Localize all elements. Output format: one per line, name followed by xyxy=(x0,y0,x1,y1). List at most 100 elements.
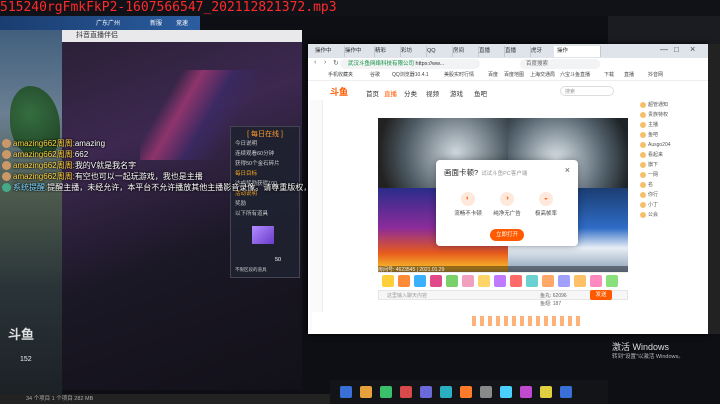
bookmark[interactable]: 六宝斗鱼直播 xyxy=(560,71,590,78)
chat-user: amazing662周周: xyxy=(13,172,75,181)
nav-yuba[interactable]: 鱼吧 xyxy=(474,88,487,98)
open-client-button[interactable]: 立即打开 xyxy=(490,229,524,241)
gift-icon[interactable] xyxy=(510,275,522,287)
cube-note: 不限区段的道具 xyxy=(235,267,267,272)
browser-tab[interactable]: 虎牙 xyxy=(528,46,557,57)
modal-option: ◐ 流畅不卡顿 xyxy=(448,192,488,217)
back-icon[interactable]: ‹ xyxy=(314,59,316,66)
gift-icon[interactable] xyxy=(430,275,442,287)
browser-bottom-strip xyxy=(312,312,704,330)
modal-option: ◑ 纯净无广告 xyxy=(487,192,527,217)
taskbar-app-icon[interactable] xyxy=(480,386,492,398)
list-item[interactable]: 一网 xyxy=(640,170,702,180)
right-edge-window xyxy=(708,44,720,334)
gift-icon[interactable] xyxy=(462,275,474,287)
gift-icon[interactable] xyxy=(606,275,618,287)
taskbar-app-icon[interactable] xyxy=(560,386,572,398)
close-icon[interactable]: × xyxy=(690,44,695,54)
browser-tab[interactable]: 房间 xyxy=(450,46,479,57)
bookmark[interactable]: 下载 xyxy=(604,71,614,78)
bookmark[interactable]: 百度地图 xyxy=(504,71,524,78)
chat-user: amazing662周周: xyxy=(13,150,75,159)
list-item[interactable]: 公会 xyxy=(640,210,702,220)
maximize-icon[interactable]: □ xyxy=(674,45,679,54)
nav-category[interactable]: 分类 xyxy=(404,88,417,98)
browser-tab-active[interactable]: 操作 xyxy=(554,46,601,57)
reload-icon[interactable]: ↻ xyxy=(333,59,339,67)
list-item[interactable]: 鱼吧 xyxy=(640,130,702,140)
taskbar-app-icon[interactable] xyxy=(420,386,432,398)
bookmark[interactable]: 抖音网 xyxy=(648,71,663,78)
bookmark[interactable]: 手机收藏夹 xyxy=(328,71,353,78)
gift-icon[interactable] xyxy=(494,275,506,287)
nav-home[interactable]: 首页 xyxy=(366,88,379,98)
site-search-input[interactable]: 搜索 xyxy=(560,86,614,96)
game-topbar: 广东广州 新服 竞速 xyxy=(0,16,200,30)
browser-tab[interactable]: 彩坊 xyxy=(398,46,427,57)
taskbar-app-icon[interactable] xyxy=(400,386,412,398)
daily-line: 以下所有道具 xyxy=(235,211,269,217)
modal-subtitle: 试试斗鱼PC客户端 xyxy=(481,171,528,177)
bookmark[interactable]: 百度 xyxy=(488,71,498,78)
avatar xyxy=(2,139,11,149)
list-item[interactable]: 贵族特权 xyxy=(640,110,702,120)
gift-icon[interactable] xyxy=(446,275,458,287)
browser-tab[interactable]: QQ xyxy=(424,46,453,57)
taskbar-app-icon[interactable] xyxy=(440,386,452,398)
game-window-titlebar: 抖音直播伴侣 xyxy=(62,30,302,42)
bookmark[interactable]: 直播 xyxy=(624,71,634,78)
modal-option: ◒ 极高帧率 xyxy=(526,192,566,217)
send-button[interactable]: 发送 xyxy=(590,290,612,300)
cube-label: 50 xyxy=(275,257,282,263)
list-item[interactable]: 超管通知 xyxy=(640,100,702,110)
browser-tab[interactable]: 操作中 xyxy=(312,46,345,57)
gift-icon[interactable] xyxy=(526,275,538,287)
taskbar-app-icon[interactable] xyxy=(380,386,392,398)
forward-icon[interactable]: › xyxy=(324,59,326,66)
bookmark[interactable]: QQ浏览器10.4.1 xyxy=(392,71,429,78)
nav-video[interactable]: 视频 xyxy=(426,88,439,98)
browser-search-input[interactable]: 百度搜索 xyxy=(520,59,600,69)
url-text: https://ww... xyxy=(415,61,445,67)
bookmark[interactable]: 美股实时行情 xyxy=(444,71,474,78)
game-topbar-item-2[interactable]: 竞速 xyxy=(176,18,188,27)
browser-tab[interactable]: 直播 xyxy=(502,46,531,57)
gift-icon[interactable] xyxy=(542,275,554,287)
browser-tab[interactable]: 直播 xyxy=(476,46,505,57)
taskbar-app-icon[interactable] xyxy=(340,386,352,398)
gift-icon[interactable] xyxy=(558,275,570,287)
nav-game[interactable]: 游戏 xyxy=(450,88,463,98)
list-item[interactable]: 主播 xyxy=(640,120,702,130)
nav-live[interactable]: 直播 xyxy=(384,88,397,98)
avatar xyxy=(2,172,11,182)
viewer-counter: 152 xyxy=(20,356,32,363)
taskbar-app-icon[interactable] xyxy=(520,386,532,398)
taskbar-app-icon[interactable] xyxy=(540,386,552,398)
list-item[interactable]: 旗下 xyxy=(640,160,702,170)
taskbar-app-icon[interactable] xyxy=(500,386,512,398)
minimize-icon[interactable]: — xyxy=(660,45,668,54)
game-topbar-item-1[interactable]: 新服 xyxy=(150,18,162,27)
list-item[interactable]: 看起来 xyxy=(640,150,702,160)
url-input[interactable]: 武汉斗鱼网络科技有限公司 https://ww... xyxy=(340,59,480,69)
gift-icon[interactable] xyxy=(574,275,586,287)
gift-icon[interactable] xyxy=(414,275,426,287)
gift-icon[interactable] xyxy=(478,275,490,287)
gift-icon[interactable] xyxy=(382,275,394,287)
taskbar-app-icon[interactable] xyxy=(460,386,472,398)
gift-icon[interactable] xyxy=(398,275,410,287)
close-icon[interactable]: × xyxy=(565,165,570,175)
system-avatar xyxy=(2,183,11,193)
browser-tab[interactable]: 操作中 xyxy=(342,46,375,57)
taskbar-app-icon[interactable] xyxy=(360,386,372,398)
bookmark[interactable]: 上海交通局 xyxy=(530,71,555,78)
list-item[interactable]: 名 xyxy=(640,180,702,190)
site-search-placeholder: 搜索 xyxy=(565,89,576,95)
list-item[interactable]: 你行 xyxy=(640,190,702,200)
bookmark[interactable]: 谷歌 xyxy=(370,71,380,78)
browser-tab[interactable]: 精彩 xyxy=(372,46,401,57)
douyu-logo[interactable]: 斗鱼 xyxy=(330,85,356,97)
gift-icon[interactable] xyxy=(590,275,602,287)
list-item[interactable]: Ausgo204 xyxy=(640,140,702,150)
list-item[interactable]: 小丁 xyxy=(640,200,702,210)
